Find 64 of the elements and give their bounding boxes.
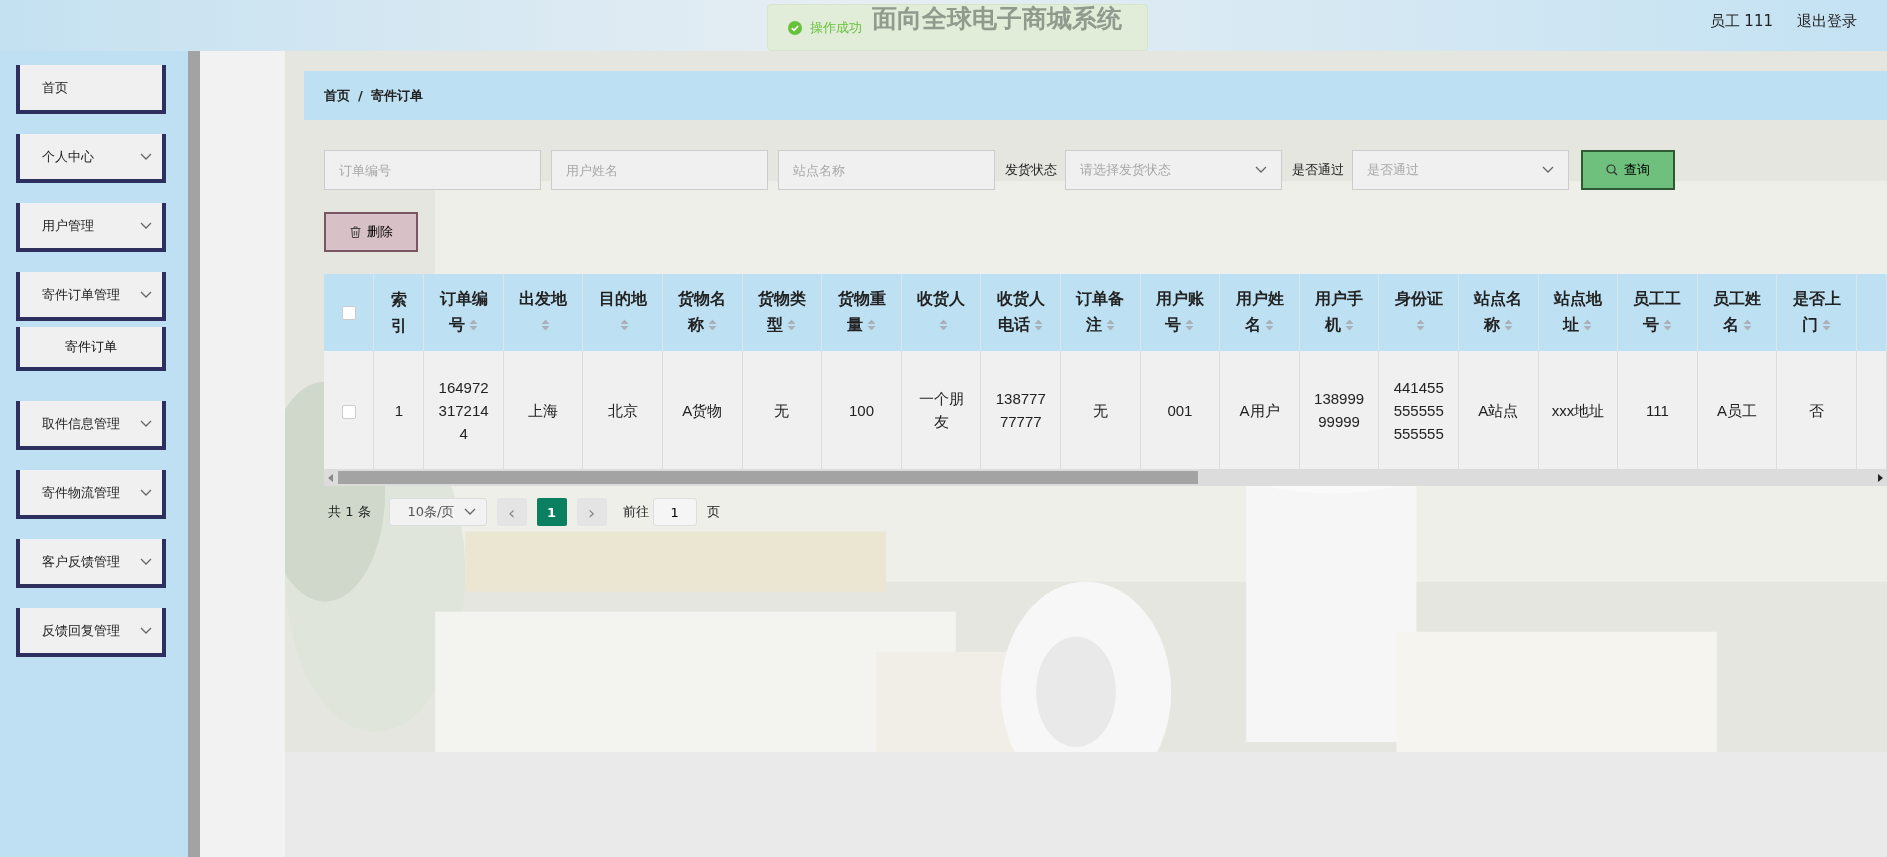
table-cell: 1 — [394, 401, 403, 419]
breadcrumb-item[interactable]: 首页 — [324, 86, 350, 105]
text-field[interactable]: 站点名称 — [778, 150, 995, 190]
menu-item[interactable]: 个人中心 — [16, 134, 166, 183]
table-cell: 北京 — [607, 401, 638, 419]
table-cell: 否 — [1809, 401, 1825, 419]
chevron-icon — [140, 488, 152, 497]
page-suffix: 页 — [706, 503, 720, 521]
chevron-icon — [463, 508, 476, 516]
user-name: 员工 111 — [1709, 12, 1773, 31]
menu-item[interactable]: 用户管理 — [16, 203, 166, 252]
logout-link[interactable]: 退出登录 — [1797, 12, 1857, 31]
checkbox[interactable] — [341, 306, 356, 321]
submenu-item[interactable]: 寄件订单 — [16, 327, 166, 371]
text-field[interactable]: 用户姓名 — [551, 150, 768, 190]
page-size-select[interactable]: 10条/页 — [388, 498, 487, 526]
table-cell: 1649723172144 — [438, 378, 489, 442]
chevron-icon — [1255, 166, 1267, 174]
search-icon — [1606, 164, 1618, 176]
chevron-icon — [140, 626, 152, 635]
menu-item[interactable]: 寄件订单管理 — [16, 272, 166, 321]
chevron-icon — [140, 557, 152, 566]
chevron-icon — [140, 152, 152, 161]
menu-item[interactable]: 首页 — [16, 65, 166, 114]
page-number-field[interactable]: 1 — [652, 498, 697, 526]
site-title: 面向全球电子商城系统 — [872, 3, 1122, 35]
goto-label: 前往 — [622, 503, 649, 521]
menu-item[interactable]: 取件信息管理 — [16, 401, 166, 450]
menu-item[interactable]: 寄件物流管理 — [16, 470, 166, 519]
text-field[interactable]: 订单编号 — [324, 150, 541, 190]
filter-label: 是否通过 — [1292, 161, 1344, 179]
chevron-icon — [1542, 166, 1554, 174]
table-cell: 上海 — [528, 401, 559, 419]
breadcrumb-separator: / — [358, 88, 363, 103]
table-cell: 441455555555555555 — [1393, 378, 1444, 442]
horizontal-scrollbar[interactable] — [324, 469, 1887, 486]
table-cell: A用户 — [1239, 401, 1280, 419]
table-cell: 111 — [1646, 401, 1669, 419]
filter-label: 发货状态 — [1005, 161, 1057, 179]
table-cell: 13877777777 — [995, 390, 1046, 430]
toast-message: 操作成功 — [810, 18, 862, 37]
chevron-icon — [140, 221, 152, 230]
menu-item[interactable]: 客户反馈管理 — [16, 539, 166, 588]
page-button[interactable]: 1 — [536, 498, 567, 526]
table-cell: A货物 — [682, 401, 723, 419]
table-cell: A员工 — [1717, 401, 1758, 419]
table-cell: A站点 — [1478, 401, 1519, 419]
menu-item[interactable]: 反馈回复管理 — [16, 608, 166, 657]
delete-button[interactable]: 删除 — [324, 212, 418, 252]
table-cell: 一个朋友 — [918, 390, 964, 430]
checkbox[interactable] — [341, 404, 356, 419]
table-cell: 无 — [774, 401, 790, 419]
table-cell: 13899999999 — [1314, 390, 1365, 430]
total-count: 共 1 条 — [328, 503, 371, 521]
chevron-icon — [140, 290, 152, 299]
table-cell: 100 — [849, 401, 875, 419]
check-circle-icon — [788, 20, 802, 35]
search-button[interactable]: 查询 — [1581, 150, 1675, 190]
chevron-icon — [140, 419, 152, 428]
trash-icon — [349, 226, 361, 238]
breadcrumb-item[interactable]: 寄件订单 — [370, 86, 423, 105]
table-cell: xxx地址 — [1551, 401, 1605, 419]
table-cell: 无 — [1092, 401, 1108, 419]
table-cell: 001 — [1167, 401, 1193, 419]
